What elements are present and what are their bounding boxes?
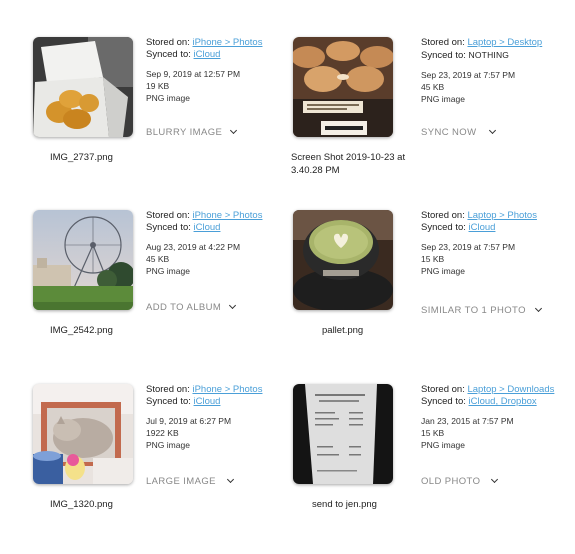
file-name: Screen Shot 2019-10-23 at 3.40.28 PM <box>291 152 406 176</box>
stored-on-label: Stored on: <box>421 210 465 221</box>
file-name: send to jen.png <box>312 499 377 510</box>
synced-to-label: Synced to: <box>421 222 466 233</box>
synced-to-label: Synced to: <box>421 396 466 407</box>
file-type: PNG image <box>421 94 465 104</box>
file-name: IMG_2737.png <box>50 152 113 163</box>
file-meta: Stored on: Laptop > Desktop Synced to: N… <box>421 37 575 105</box>
stored-on-link[interactable]: iPhone > Photos <box>192 210 262 221</box>
stored-on-label: Stored on: <box>421 37 465 48</box>
file-name: pallet.png <box>322 325 364 336</box>
file-meta: Stored on: Laptop > Photos Synced to: iC… <box>421 210 575 277</box>
file-type: PNG image <box>146 93 190 103</box>
file-card: IMG_2542.png Stored on: iPhone > Photos … <box>33 210 303 380</box>
file-card: IMG_2737.png Stored on: iPhone > Photos … <box>33 37 303 207</box>
file-date: Aug 23, 2019 at 4:22 PM <box>146 242 241 252</box>
latte-photo-icon[interactable] <box>293 210 393 310</box>
file-date: Jul 9, 2019 at 6:27 PM <box>146 416 232 426</box>
stored-on-label: Stored on: <box>146 384 190 395</box>
action-label: SIMILAR TO 1 PHOTO <box>421 305 526 316</box>
stored-on-link[interactable]: iPhone > Photos <box>192 384 262 395</box>
chevron-down-icon <box>489 126 497 135</box>
file-name: IMG_1320.png <box>50 499 113 510</box>
file-type: PNG image <box>146 440 190 450</box>
stored-on-label: Stored on: <box>146 37 190 48</box>
cat-photo-icon[interactable] <box>33 384 133 484</box>
action-label: LARGE IMAGE <box>146 476 216 487</box>
synced-to-label: Synced to: <box>421 50 466 61</box>
synced-to-value: NOTHING <box>468 50 510 60</box>
chevron-down-icon <box>229 301 237 310</box>
file-card: Screen Shot 2019-10-23 at 3.40.28 PM Sto… <box>291 37 563 207</box>
action-dropdown[interactable]: SYNC NOW <box>421 126 497 138</box>
chicken-nuggets-photo-icon[interactable] <box>33 37 133 137</box>
synced-to-link[interactable]: iCloud, Dropbox <box>469 396 537 407</box>
synced-to-link[interactable]: iCloud <box>194 396 221 407</box>
action-dropdown[interactable]: SIMILAR TO 1 PHOTO <box>421 304 542 316</box>
file-card: IMG_1320.png Stored on: iPhone > Photos … <box>33 384 303 554</box>
synced-to-link[interactable]: iCloud <box>469 222 496 233</box>
stored-on-link[interactable]: Laptop > Desktop <box>467 37 542 48</box>
stored-on-label: Stored on: <box>421 384 465 395</box>
file-size: 45 KB <box>146 254 170 264</box>
file-meta: Stored on: Laptop > Downloads Synced to:… <box>421 384 575 451</box>
action-dropdown[interactable]: ADD TO ALBUM <box>146 301 237 313</box>
file-type: PNG image <box>421 440 465 450</box>
action-label: OLD PHOTO <box>421 476 481 487</box>
receipt-photo-icon[interactable] <box>293 384 393 484</box>
file-date: Sep 9, 2019 at 12:57 PM <box>146 69 241 79</box>
file-size: 1922 KB <box>146 428 179 438</box>
file-name: IMG_2542.png <box>50 325 113 336</box>
synced-to-link[interactable]: iCloud <box>194 222 221 233</box>
file-size: 45 KB <box>421 82 445 92</box>
file-date: Jan 23, 2015 at 7:57 PM <box>421 416 514 426</box>
pastries-photo-icon[interactable] <box>293 37 393 137</box>
stored-on-link[interactable]: Laptop > Photos <box>467 210 536 221</box>
stored-on-label: Stored on: <box>146 210 190 221</box>
action-label: ADD TO ALBUM <box>146 302 222 313</box>
file-card: send to jen.png Stored on: Laptop > Down… <box>293 384 563 554</box>
file-size: 15 KB <box>421 428 445 438</box>
action-dropdown[interactable]: LARGE IMAGE <box>146 475 234 487</box>
file-meta: Stored on: iPhone > Photos Synced to: iC… <box>146 210 306 277</box>
action-dropdown[interactable]: BLURRY IMAGE <box>146 126 238 138</box>
synced-to-label: Synced to: <box>146 222 191 233</box>
chevron-down-icon <box>226 475 234 484</box>
synced-to-link[interactable]: iCloud <box>194 49 221 60</box>
file-size: 15 KB <box>421 254 445 264</box>
action-label: BLURRY IMAGE <box>146 127 223 138</box>
action-dropdown[interactable]: OLD PHOTO <box>421 475 499 487</box>
file-type: PNG image <box>421 266 465 276</box>
stored-on-link[interactable]: iPhone > Photos <box>192 37 262 48</box>
file-type: PNG image <box>146 266 190 276</box>
action-label: SYNC NOW <box>421 127 477 138</box>
chevron-down-icon <box>491 475 499 484</box>
file-card: pallet.png Stored on: Laptop > Photos Sy… <box>293 210 563 380</box>
synced-to-label: Synced to: <box>146 49 191 60</box>
ferris-wheel-photo-icon[interactable] <box>33 210 133 310</box>
file-date: Sep 23, 2019 at 7:57 PM <box>421 242 516 252</box>
synced-to-label: Synced to: <box>146 396 191 407</box>
file-meta: Stored on: iPhone > Photos Synced to: iC… <box>146 37 306 104</box>
file-size: 19 KB <box>146 81 170 91</box>
chevron-down-icon <box>230 126 238 135</box>
file-meta: Stored on: iPhone > Photos Synced to: iC… <box>146 384 306 451</box>
stored-on-link[interactable]: Laptop > Downloads <box>467 384 554 395</box>
file-date: Sep 23, 2019 at 7:57 PM <box>421 70 516 80</box>
chevron-down-icon <box>534 304 542 313</box>
